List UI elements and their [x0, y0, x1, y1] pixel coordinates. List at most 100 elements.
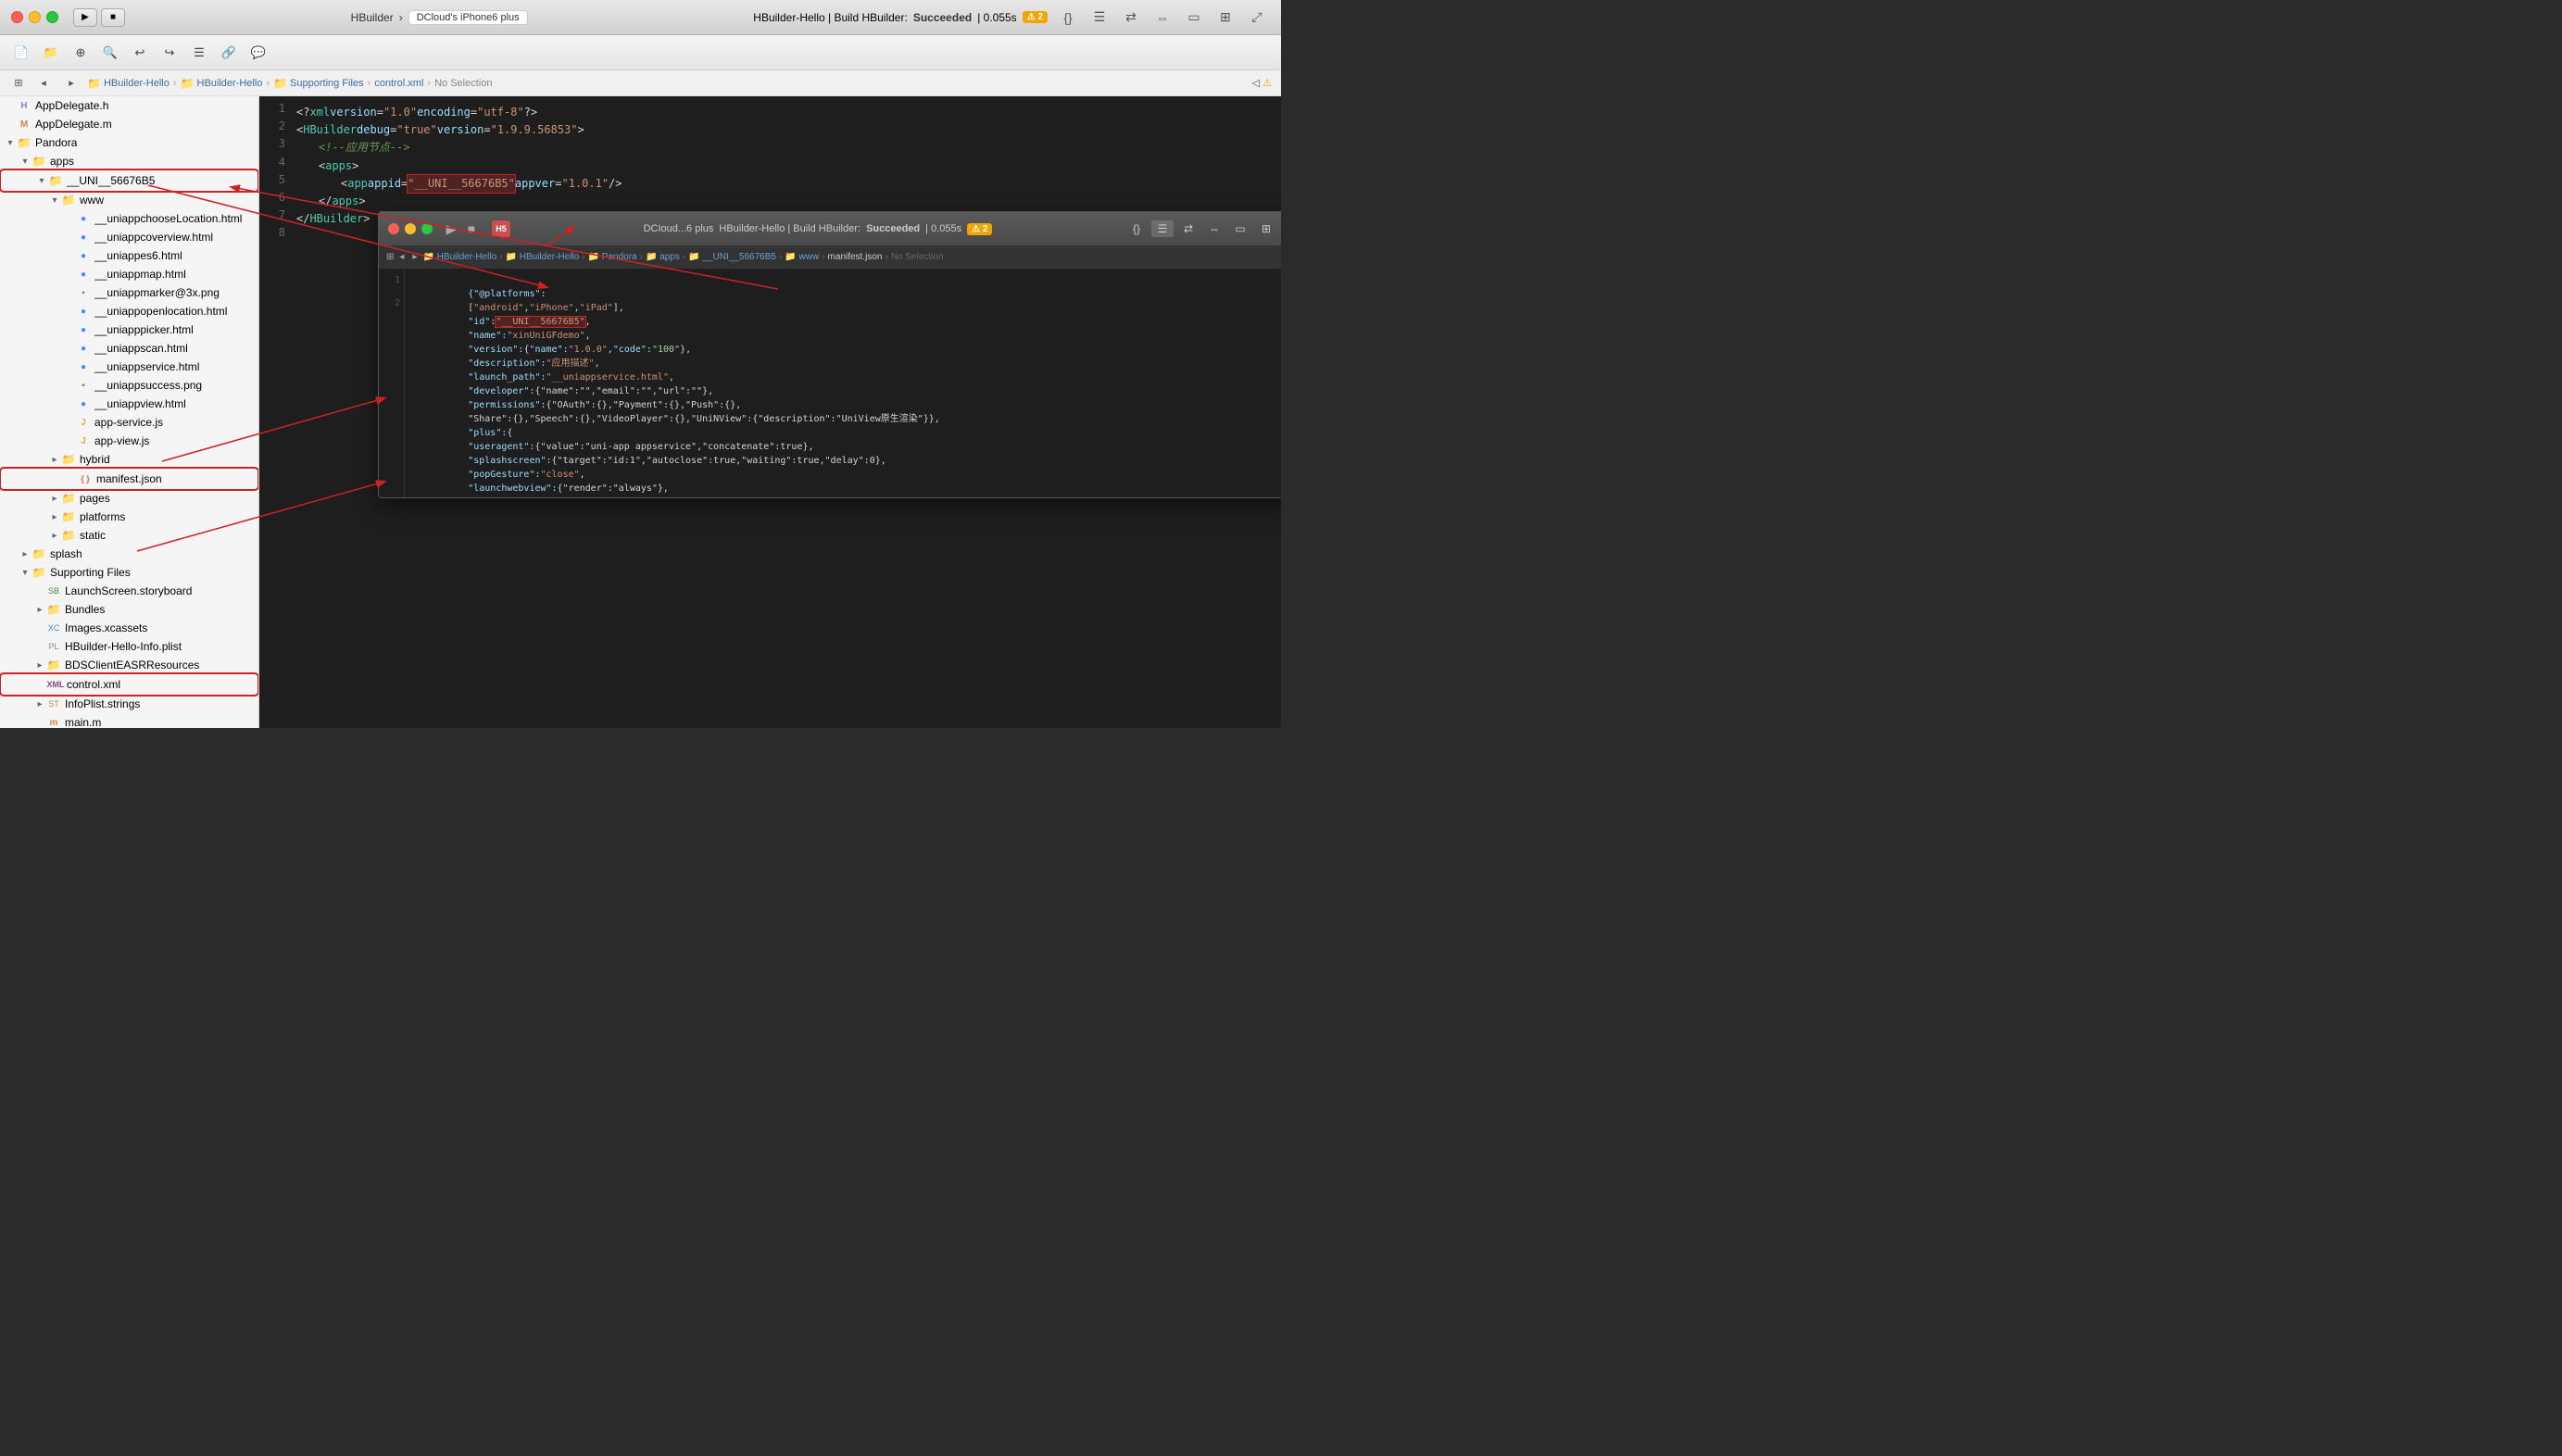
- panel-icon[interactable]: ▭: [1181, 7, 1207, 28]
- search-icon[interactable]: 🔍: [98, 43, 122, 63]
- inner-minimize[interactable]: [405, 223, 416, 234]
- tree-item-supporting-files[interactable]: 📁 Supporting Files: [0, 563, 258, 582]
- tree-item-file5[interactable]: ▪ __uniappmarker@3x.png: [0, 283, 258, 302]
- tree-item-Pandora[interactable]: 📁 Pandora: [0, 133, 258, 152]
- breadcrumb-supporting[interactable]: 📁 Supporting Files: [273, 77, 363, 90]
- tree-item-static[interactable]: 📁 static: [0, 526, 258, 545]
- tree-item-file6[interactable]: ● __uniappopenlocation.html: [0, 302, 258, 320]
- tree-item-infoplist-strings[interactable]: ST InfoPlist.strings: [0, 695, 258, 713]
- new-icon[interactable]: ⊕: [69, 43, 93, 63]
- tree-item-images[interactable]: XC Images.xcassets: [0, 619, 258, 637]
- tree-item-file13[interactable]: J app-view.js: [0, 432, 258, 450]
- tree-item-platforms[interactable]: 📁 platforms: [0, 508, 258, 526]
- list-icon[interactable]: ☰: [1086, 7, 1112, 28]
- inner-bc-7[interactable]: manifest.json: [828, 252, 883, 262]
- arrow: [48, 455, 61, 465]
- plist-icon: PL: [46, 639, 61, 654]
- inner-bc-3[interactable]: 📁 Pandora: [588, 252, 637, 262]
- close-button[interactable]: [11, 11, 23, 23]
- tree-item-file2[interactable]: ● __uniappcoverview.html: [0, 228, 258, 246]
- tree-item-info-plist[interactable]: PL HBuilder-Hello-Info.plist: [0, 637, 258, 656]
- comment-icon[interactable]: 💬: [246, 43, 270, 63]
- grid-icon[interactable]: ⊞: [9, 73, 28, 94]
- inner-close[interactable]: [388, 223, 399, 234]
- breadcrumb-item-3[interactable]: Supporting Files: [290, 78, 364, 89]
- file-icon[interactable]: 📄: [9, 43, 33, 63]
- inner-code-editor[interactable]: {"@platforms": ["android","iPhone","iPad…: [405, 270, 1281, 497]
- stop-button[interactable]: ■: [101, 8, 125, 27]
- tree-item-AppDelegate-m[interactable]: M AppDelegate.m: [0, 115, 258, 133]
- inner-bc-5[interactable]: 📁 __UNI__56676B5: [688, 252, 776, 262]
- braces-icon[interactable]: {}: [1055, 7, 1081, 28]
- tree-item-bds[interactable]: 📁 BDSClientEASRResources: [0, 656, 258, 674]
- tree-item-pages[interactable]: 📁 pages: [0, 489, 258, 508]
- folder-icon[interactable]: 📁: [39, 43, 63, 63]
- tree-item-www[interactable]: 📁 www: [0, 191, 258, 209]
- tree-item-file7[interactable]: ● __uniapppicker.html: [0, 320, 258, 339]
- inner-bc-1[interactable]: 📁 HBuilder-Hello: [422, 252, 496, 262]
- breadcrumb-item-4[interactable]: control.xml: [374, 78, 423, 89]
- tree-item-file4[interactable]: ● __uniappmap.html: [0, 265, 258, 283]
- tree-item-splash[interactable]: 📁 splash: [0, 545, 258, 563]
- tree-item-file9[interactable]: ● __uniappservice.html: [0, 358, 258, 376]
- inner-nav-fwd[interactable]: ▸: [412, 252, 417, 262]
- breadcrumb-item-1[interactable]: HBuilder-Hello: [104, 78, 170, 89]
- html-file-icon: ●: [76, 211, 91, 226]
- tree-item-file10[interactable]: ▪ __uniappsuccess.png: [0, 376, 258, 395]
- tree-item-hybrid[interactable]: 📁 hybrid: [0, 450, 258, 469]
- swap-icon[interactable]: ⇔: [1149, 7, 1175, 28]
- tree-item-control-xml[interactable]: XML control.xml: [2, 675, 257, 694]
- inner-sync-icon[interactable]: ⇄: [1177, 220, 1199, 237]
- redo-icon[interactable]: ↪: [157, 43, 182, 63]
- expand-icon[interactable]: ⤢: [1244, 7, 1270, 28]
- play-button[interactable]: ▶: [73, 8, 97, 27]
- tree-item-file3[interactable]: ● __uniappes6.html: [0, 246, 258, 265]
- sync-icon[interactable]: ⇄: [1118, 7, 1144, 28]
- tree-item-file1[interactable]: ● __uniappchooseLocation.html: [0, 209, 258, 228]
- inner-grid-icon[interactable]: ⊞: [386, 252, 394, 262]
- inner-play-btn[interactable]: ▶: [444, 221, 458, 237]
- breadcrumb-hbuilder-hello[interactable]: 📁 HBuilder-Hello: [87, 77, 170, 90]
- nav-back[interactable]: ◂: [31, 73, 56, 94]
- inner-maximize[interactable]: [421, 223, 433, 234]
- warning-badge[interactable]: ⚠ 2: [1023, 11, 1048, 23]
- undo-icon[interactable]: ↩: [128, 43, 152, 63]
- file-label: __uniappopenlocation.html: [94, 305, 227, 318]
- tree-item-UNI[interactable]: 📁 __UNI__56676B5: [2, 171, 257, 190]
- inner-stop-btn[interactable]: ■: [464, 221, 479, 236]
- inner-braces-icon[interactable]: {}: [1125, 220, 1148, 237]
- inner-bc-2[interactable]: 📁 HBuilder-Hello: [506, 252, 580, 262]
- split-icon[interactable]: ⊞: [1212, 7, 1238, 28]
- breadcrumb-hbuilder-hello2[interactable]: 📁 HBuilder-Hello: [181, 77, 263, 90]
- alert-icon[interactable]: ◁: [1252, 78, 1260, 89]
- list2-icon[interactable]: ☰: [187, 43, 211, 63]
- tree-item-bundles[interactable]: 📁 Bundles: [0, 600, 258, 619]
- inner-active-tab-icon[interactable]: ☰: [1151, 220, 1174, 237]
- tree-item-main-m[interactable]: m main.m: [0, 713, 258, 728]
- maximize-button[interactable]: [46, 11, 58, 23]
- tree-item-file11[interactable]: ● __uniappview.html: [0, 395, 258, 413]
- app-title-area: HBuilder › DCloud's iPhone6 plus: [132, 10, 746, 25]
- folder-label: BDSClientEASRResources: [65, 659, 199, 672]
- tree-item-file8[interactable]: ● __uniappscan.html: [0, 339, 258, 358]
- inner-warning-badge[interactable]: ⚠ 2: [967, 223, 992, 235]
- inner-bc-4[interactable]: 📁 apps: [646, 252, 680, 262]
- inner-bc-6[interactable]: 📁 www: [785, 252, 819, 262]
- inner-swap-icon[interactable]: ⇔: [1203, 220, 1225, 237]
- breadcrumb-item-2[interactable]: HBuilder-Hello: [197, 78, 263, 89]
- arrow: [48, 512, 61, 522]
- warning-icon[interactable]: ⚠: [1262, 78, 1272, 89]
- inner-panel-icon[interactable]: ▭: [1229, 220, 1251, 237]
- minimize-button[interactable]: [29, 11, 41, 23]
- file-label: __uniappview.html: [94, 397, 186, 410]
- tree-item-manifest[interactable]: { } manifest.json: [2, 470, 257, 488]
- folder-splash-icon: 📁: [31, 546, 46, 561]
- tree-item-apps[interactable]: 📁 apps: [0, 152, 258, 170]
- inner-split-icon[interactable]: ⊞: [1255, 220, 1277, 237]
- tree-item-launchscreen[interactable]: SB LaunchScreen.storyboard: [0, 582, 258, 600]
- inner-nav-back[interactable]: ◂: [399, 252, 404, 262]
- link-icon[interactable]: 🔗: [217, 43, 241, 63]
- nav-forward[interactable]: ▸: [59, 73, 83, 94]
- tree-item-AppDelegate-h[interactable]: H AppDelegate.h: [0, 96, 258, 115]
- tree-item-file12[interactable]: J app-service.js: [0, 413, 258, 432]
